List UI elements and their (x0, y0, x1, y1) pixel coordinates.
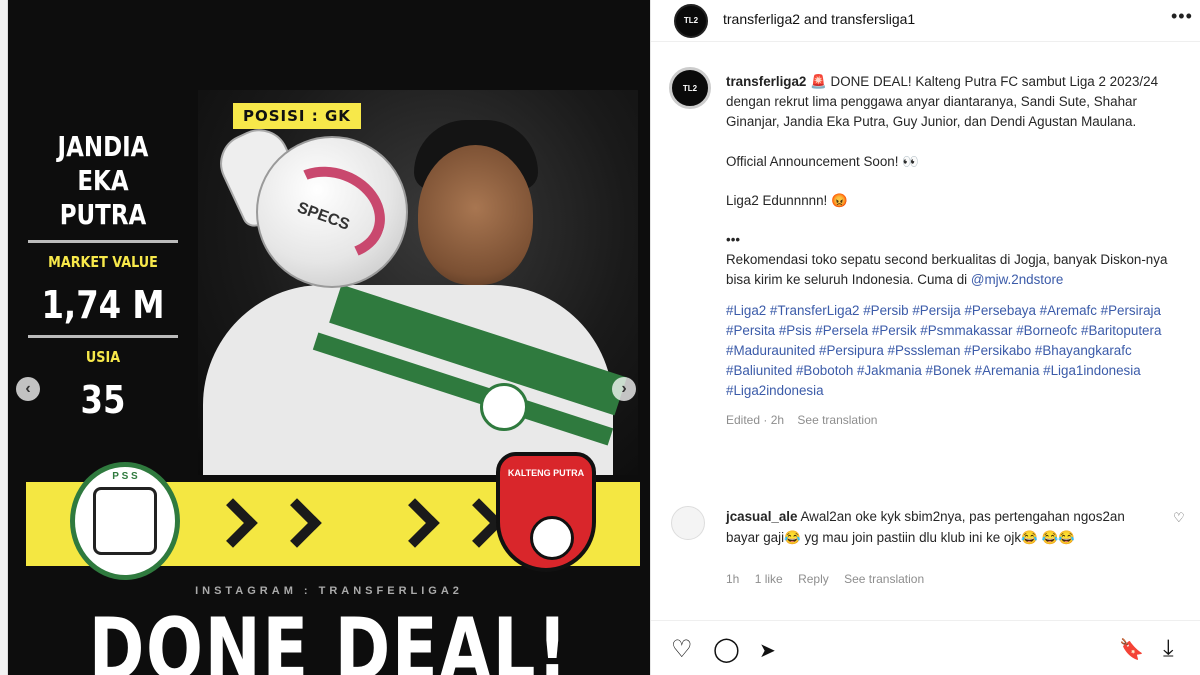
see-translation-link[interactable]: See translation (797, 413, 877, 427)
caption-meta: Edited · 2h See translation (726, 410, 1186, 430)
caption-author-avatar[interactable]: TL2 (669, 67, 711, 109)
like-icon[interactable]: ♡ (671, 635, 693, 664)
post-image[interactable]: SPECS POSISI : GK JANDIA EKA PUTRA MARKE… (8, 0, 650, 675)
position-badge: POSISI : GK (233, 103, 361, 129)
chevron-right-icon (272, 498, 322, 548)
more-options-icon[interactable]: ••• (1171, 6, 1193, 27)
market-value-label: MARKET VALUE (48, 253, 158, 271)
action-bar: ♡ ◯ ➤ 🔖 ⤓ (651, 620, 1200, 675)
caption-liga2: Liga2 Edunnnnn! 😡 (726, 192, 848, 208)
comment-like-icon[interactable]: ♡ (1173, 510, 1185, 526)
chevron-right-icon (208, 498, 258, 548)
pss-logo-text: P S S (112, 471, 138, 482)
soccer-ball-icon (530, 516, 574, 560)
caption-announcement: Official Announcement Soon! 👀 (726, 153, 919, 169)
recommendation-text: Rekomendasi toko sepatu second berkualit… (726, 252, 1168, 288)
player-head (418, 145, 533, 285)
account-avatar[interactable]: TL2 (674, 4, 708, 38)
download-icon[interactable]: ⤓ (1163, 635, 1174, 663)
instagram-post-view: SPECS POSISI : GK JANDIA EKA PUTRA MARKE… (0, 0, 1200, 675)
caption-main: transferliga2 🚨 DONE DEAL! Kalteng Putra… (726, 72, 1186, 133)
alarm-emoji: 🚨 (810, 74, 827, 89)
pss-logo-emblem (93, 487, 157, 555)
player-name-line2: EKA PUTRA (59, 164, 147, 231)
comment-likes[interactable]: 1 like (755, 572, 783, 586)
jersey-crest (480, 383, 528, 431)
comment-time: 1h (726, 572, 740, 586)
post-side-panel: TL2 transferliga2 and transfersliga1 •••… (650, 0, 1200, 675)
post-header: TL2 transferliga2 and transfersliga1 ••• (651, 0, 1200, 42)
player-stats: JANDIA EKA PUTRA MARKET VALUE 1,74 M USI… (28, 130, 178, 426)
store-link[interactable]: @mjw.2ndstore (971, 272, 1064, 287)
next-image-button[interactable]: › (612, 377, 636, 401)
football: SPECS (256, 136, 408, 288)
kalteng-putra-club-logo: KALTENG PUTRA (486, 452, 606, 582)
done-deal-headline: DONE DEAL! (88, 600, 570, 675)
left-page-edge (0, 0, 8, 675)
instagram-handle-text: INSTAGRAM : TRANSFERLIGA2 (195, 585, 463, 597)
market-value: 1,74 M (41, 283, 165, 327)
caption-recommendation: Rekomendasi toko sepatu second berkualit… (726, 250, 1186, 290)
caption-dots: ••• (726, 232, 741, 248)
reply-button[interactable]: Reply (798, 572, 829, 586)
kalteng-logo-text: KALTENG PUTRA (507, 468, 585, 478)
caption-username[interactable]: transferliga2 (726, 74, 806, 89)
comment-icon[interactable]: ◯ (713, 635, 740, 664)
save-icon[interactable]: 🔖 (1119, 637, 1144, 662)
divider (28, 240, 178, 243)
comment-meta: 1h 1 like Reply See translation (726, 572, 936, 586)
transfer-arrows (208, 498, 504, 548)
comment-username[interactable]: jcasual_ale (726, 509, 797, 524)
age-label: USIA (85, 348, 121, 366)
comment: jcasual_ale Awal2an oke kyk sbim2nya, pa… (726, 507, 1146, 548)
commenter-avatar[interactable] (671, 506, 705, 540)
player-name-line1: JANDIA (57, 130, 149, 163)
pss-club-logo: P S S (70, 462, 180, 580)
post-authors[interactable]: transferliga2 and transfersliga1 (723, 11, 915, 27)
edited-time: Edited · 2h (726, 412, 785, 427)
caption-hashtags[interactable]: #Liga2 #TransferLiga2 #Persib #Persija #… (726, 301, 1186, 402)
age-value: 35 (80, 378, 126, 422)
previous-image-button[interactable]: ‹ (16, 377, 40, 401)
kalteng-shield: KALTENG PUTRA (496, 452, 596, 572)
comment-see-translation[interactable]: See translation (844, 572, 924, 586)
chevron-right-icon (390, 498, 440, 548)
divider (28, 335, 178, 338)
share-icon[interactable]: ➤ (759, 638, 776, 663)
post-caption: transferliga2 🚨 DONE DEAL! Kalteng Putra… (726, 72, 1186, 430)
